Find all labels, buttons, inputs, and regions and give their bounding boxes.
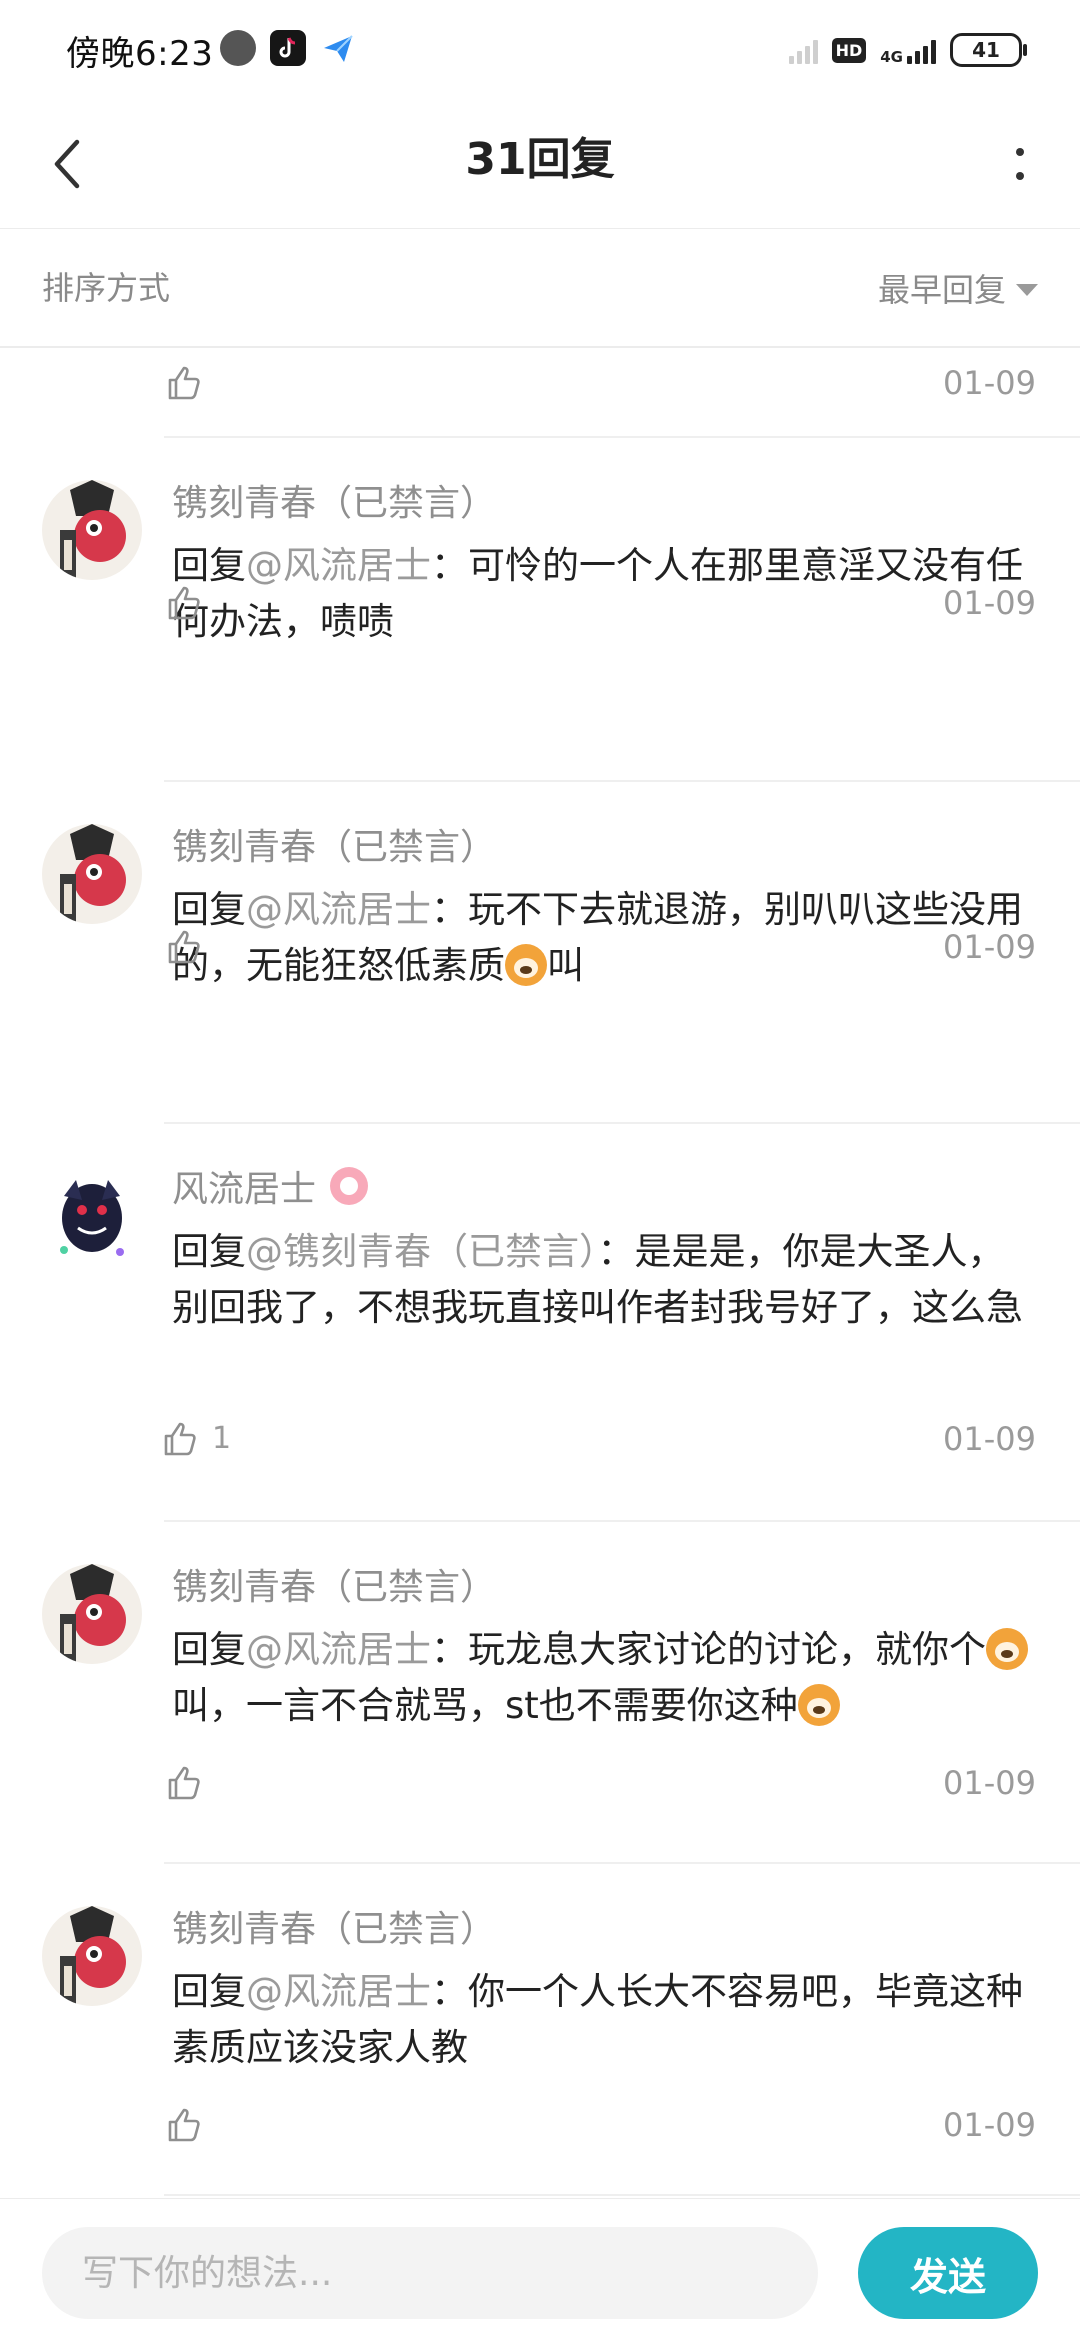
comment-date: 01-09 xyxy=(943,928,1036,966)
signal-icon-sim2 xyxy=(907,36,936,64)
thumbs-up-icon xyxy=(164,1422,196,1456)
sort-label: 排序方式 xyxy=(42,269,171,307)
header-bar: 31回复 xyxy=(0,100,1080,229)
author-name[interactable]: 镌刻青春（已禁言） xyxy=(172,1900,496,1952)
avatar[interactable] xyxy=(42,824,142,924)
battery-level: 41 xyxy=(972,38,1000,62)
thumbs-up-icon xyxy=(168,930,200,964)
comment-date: 01-09 xyxy=(943,1764,1036,1802)
page-title: 31回复 xyxy=(465,134,615,185)
comment-date: 01-09 xyxy=(943,584,1036,622)
network-type: 4G xyxy=(880,48,903,66)
send-button[interactable]: 发送 xyxy=(858,2227,1038,2319)
user-badge-icon xyxy=(330,1167,369,1205)
comment-text: 回复@镌刻青春（已禁言）：是是是，你是大圣人，别回我了，不想我玩直接叫作者封我号… xyxy=(172,1230,1023,1329)
sort-bar: 排序方式 最早回复 xyxy=(0,230,1080,348)
dog-emoji-icon xyxy=(986,1628,1028,1670)
like-button[interactable] xyxy=(164,926,216,966)
tiktok-app-icon xyxy=(270,30,306,66)
more-vertical-icon xyxy=(1016,148,1024,180)
avatar[interactable] xyxy=(42,480,142,580)
like-button[interactable]: 1 xyxy=(160,1418,231,1458)
comment-text: 回复@风流居士：玩不下去就退游，别叭叭这些没用的，无能狂怒低素质叫 xyxy=(172,888,1023,987)
reply-input-bar: 发送 xyxy=(0,2198,1080,2341)
avatar[interactable] xyxy=(42,1166,142,1266)
like-count: 1 xyxy=(212,1420,232,1456)
reply-input[interactable] xyxy=(42,2227,818,2319)
author-name[interactable]: 镌刻青春（已禁言） xyxy=(172,474,496,526)
comment-text: 回复@风流居士：玩龙息大家讨论的讨论，就你个叫，一言不合就骂，st也不需要你这种 xyxy=(172,1622,1032,1734)
status-time: 傍晚6:23 xyxy=(66,34,214,74)
caret-down-icon xyxy=(1016,284,1038,296)
mention-link[interactable]: @镌刻青春（已禁言） xyxy=(246,1230,598,1273)
list-item: 镌刻青春（已禁言） 回复@风流居士：玩不下去就退游，别叭叭这些没用的，无能狂怒低… xyxy=(0,782,1080,1122)
avatar[interactable] xyxy=(42,1564,142,1664)
mention-link[interactable]: @风流居士 xyxy=(246,1970,431,2013)
network-indicator: 4G xyxy=(880,36,936,66)
thumbs-up-icon xyxy=(168,586,200,620)
author-name[interactable]: 镌刻青春（已禁言） xyxy=(172,818,496,870)
browser-app-icon xyxy=(220,30,256,66)
more-options-button[interactable] xyxy=(1000,124,1040,204)
thumbs-up-icon xyxy=(168,2108,200,2142)
like-button[interactable] xyxy=(164,582,216,622)
comment-text: 回复@风流居士：你一个人长大不容易吧，毕竟这种素质应该没家人教 xyxy=(172,1970,1023,2069)
dog-emoji-icon xyxy=(505,944,547,986)
like-button[interactable] xyxy=(164,1762,216,1802)
status-indicators: HD 4G 41 xyxy=(788,30,1027,70)
author-name[interactable]: 镌刻青春（已禁言） xyxy=(172,1558,496,1610)
comment-date: 01-09 xyxy=(943,1420,1036,1458)
mention-link[interactable]: @风流居士 xyxy=(246,888,431,931)
author-name[interactable]: 风流居士 xyxy=(172,1160,369,1212)
list-item-partial: 01-09 xyxy=(0,348,1080,436)
thumbs-up-icon xyxy=(168,366,200,400)
avatar[interactable] xyxy=(42,1906,142,2006)
reply-list[interactable]: 01-09 镌刻青春（已禁言） 回复@风流居士：可怜的一个人在那里意淫又没有任何… xyxy=(0,348,1080,2198)
comment-date: 01-09 xyxy=(943,2106,1036,2144)
mention-link[interactable]: @风流居士 xyxy=(246,544,431,587)
sort-selected-value: 最早回复 xyxy=(877,271,1006,309)
status-bar: 傍晚6:23 HD 4G 41 xyxy=(0,0,1080,100)
send-app-icon xyxy=(320,30,356,66)
sort-dropdown[interactable]: 最早回复 xyxy=(878,230,1038,346)
mention-link[interactable]: @风流居士 xyxy=(246,1628,431,1671)
divider xyxy=(164,2194,1080,2196)
battery-icon: 41 xyxy=(950,33,1027,67)
like-button[interactable] xyxy=(164,2104,216,2144)
thumbs-up-icon xyxy=(168,1766,200,1800)
list-item: 镌刻青春（已禁言） 回复@风流居士：玩龙息大家讨论的讨论，就你个叫，一言不合就骂… xyxy=(0,1522,1080,1862)
dog-emoji-icon xyxy=(797,1684,840,1726)
signal-icon-sim1 xyxy=(788,36,818,64)
like-button[interactable] xyxy=(164,362,204,402)
comment-date: 01-09 xyxy=(943,364,1036,402)
list-item: 镌刻青春（已禁言） 回复@风流居士：你一个人长大不容易吧，毕竟这种素质应该没家人… xyxy=(0,1864,1080,2198)
hd-icon: HD xyxy=(831,37,867,63)
list-item: 镌刻青春（已禁言） 回复@风流居士：可怜的一个人在那里意淫又没有任何办法，啧啧 … xyxy=(0,438,1080,666)
list-item: 风流居士 回复@镌刻青春（已禁言）：是是是，你是大圣人，别回我了，不想我玩直接叫… xyxy=(0,1124,1080,1520)
comment-text: 回复@风流居士：可怜的一个人在那里意淫又没有任何办法，啧啧 xyxy=(172,544,1023,643)
